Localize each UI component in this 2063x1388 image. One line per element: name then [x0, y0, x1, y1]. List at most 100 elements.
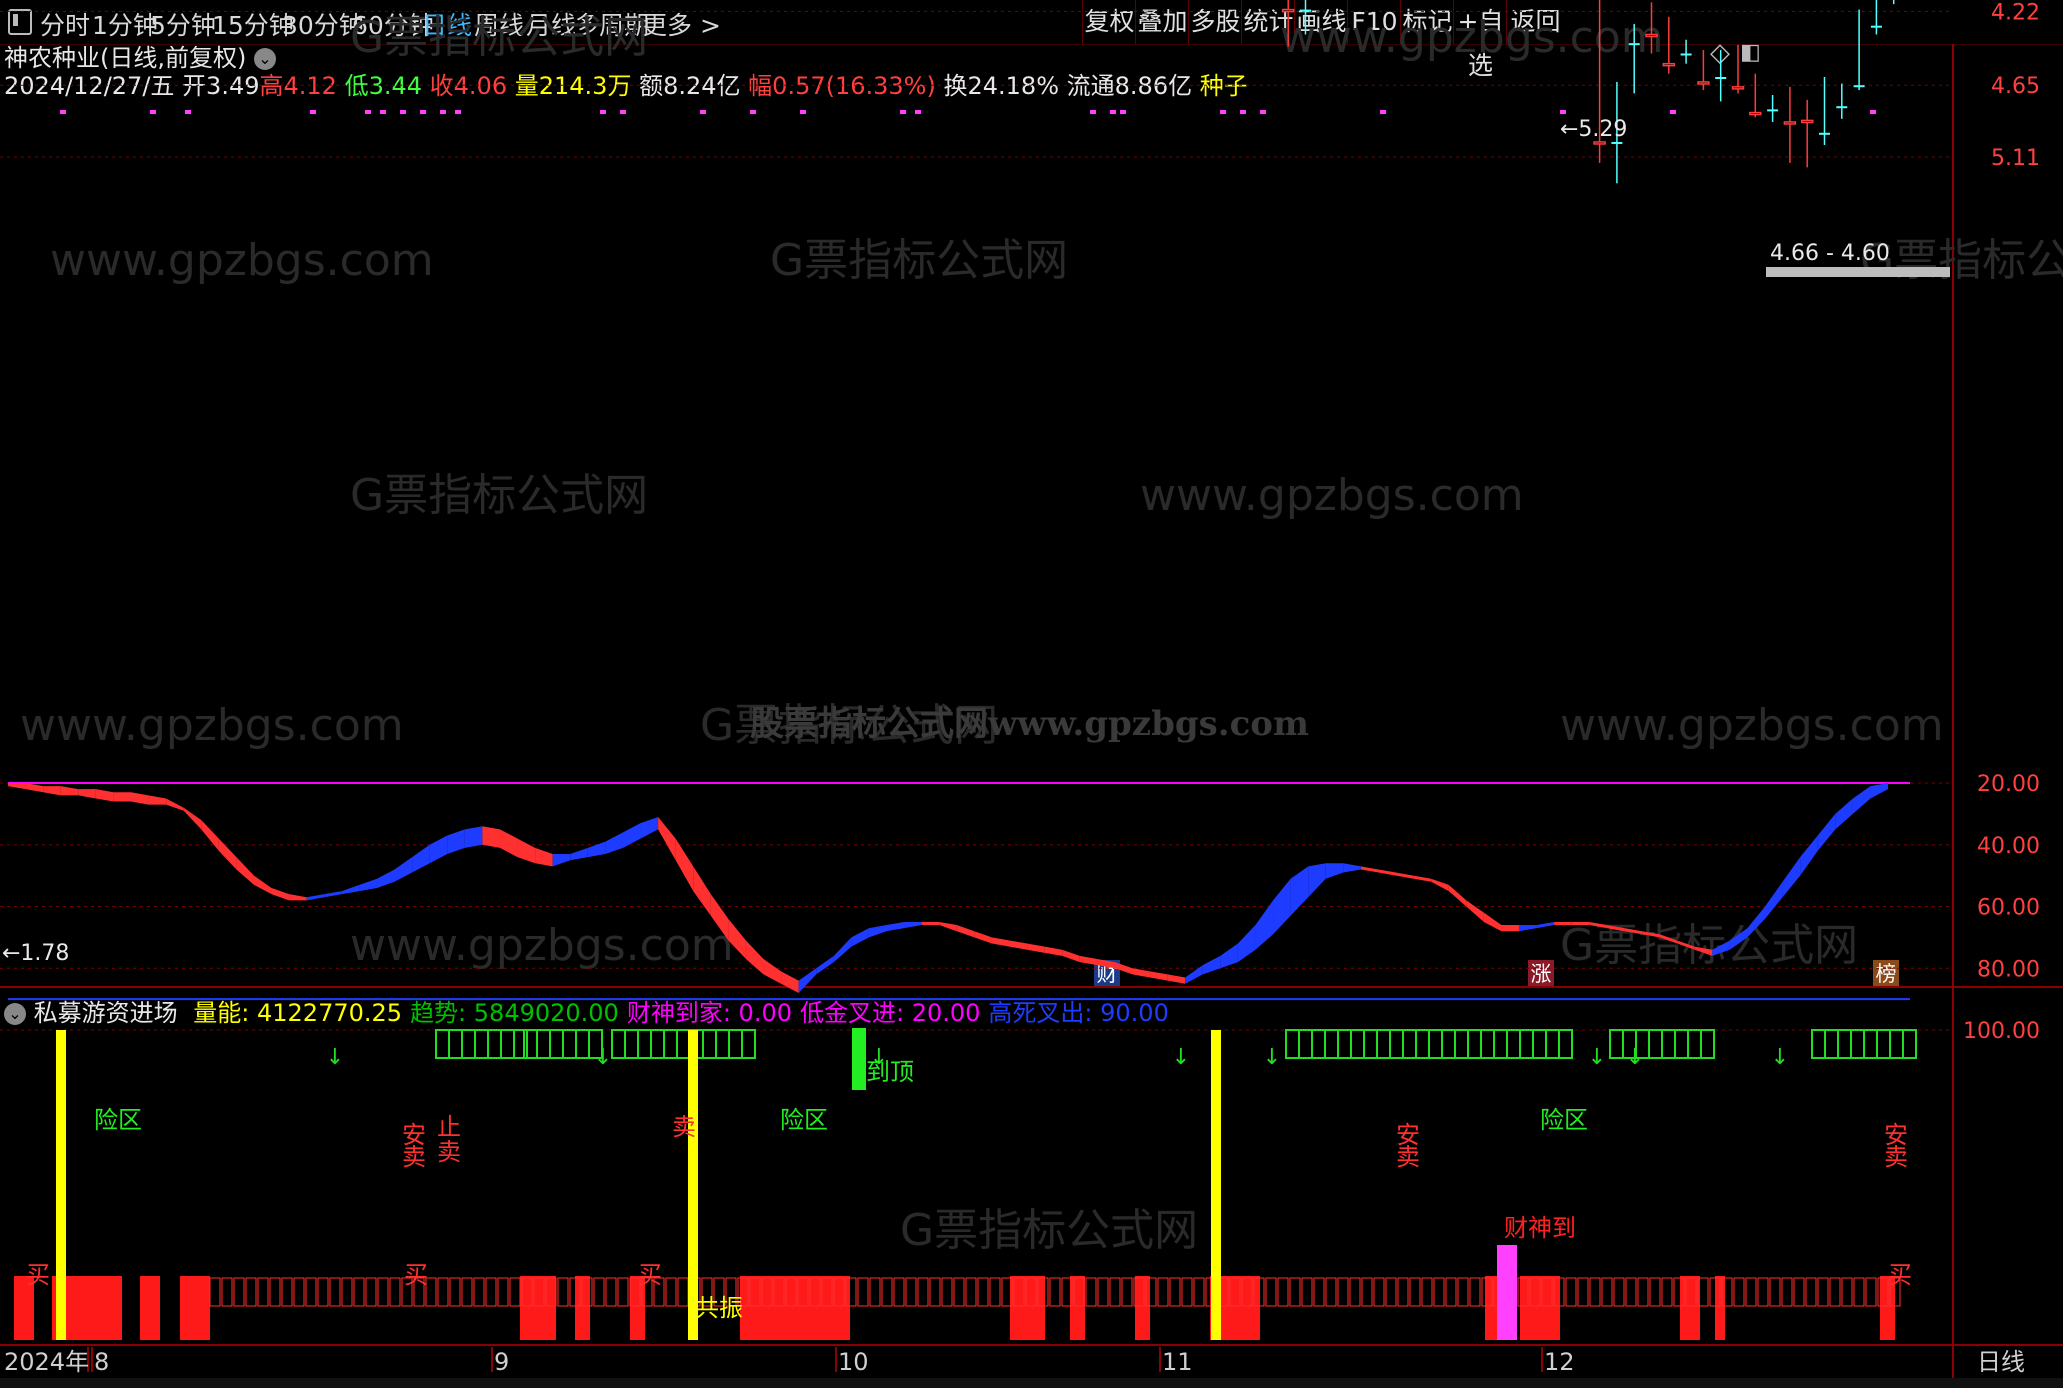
badge-text: 涨: [1531, 962, 1552, 986]
trend-step: [741, 1029, 756, 1059]
histogram-bar: [1049, 1277, 1061, 1307]
indicator-ribbon-segment: [974, 931, 992, 944]
histogram-bar: [1397, 1277, 1409, 1307]
trend-step: [1428, 1029, 1443, 1059]
indicator-ribbon-segment: [447, 829, 465, 855]
trend-step: [611, 1029, 626, 1059]
histogram-bar: [341, 1277, 353, 1307]
signal-dot: [750, 110, 756, 114]
histogram-bar: [1733, 1277, 1745, 1307]
indicator-ribbon-segment: [1079, 955, 1098, 966]
down-arrow-icon: ↓: [1588, 1045, 1606, 1070]
histogram-bar: [305, 1277, 317, 1307]
histogram-bar: [365, 1277, 377, 1307]
trend-step: [1311, 1029, 1326, 1059]
trend-step: [461, 1029, 476, 1059]
indicator-ribbon-segment: [1273, 878, 1291, 935]
histogram-bar: [1193, 1277, 1205, 1307]
watermark-text: G票指标公式网: [350, 470, 648, 521]
candle-body-down: [1680, 53, 1692, 56]
signal-dot: [420, 110, 426, 114]
indicator-ribbon-segment: [991, 937, 1010, 947]
down-arrow-icon: ↓: [326, 1045, 344, 1070]
signal-bar: [56, 1030, 66, 1340]
trend-step: [1441, 1029, 1456, 1059]
histogram-bar: [1601, 1277, 1613, 1307]
candle-body-up: [1281, 8, 1295, 13]
indicator-ribbon-segment: [148, 795, 167, 805]
signal-dot: [1110, 110, 1116, 114]
indicator-ribbon-segment: [113, 792, 131, 802]
histogram-bar: [1793, 1277, 1805, 1307]
indicator-ribbon-segment: [675, 838, 694, 892]
indicator-ribbon-segment: [271, 887, 290, 901]
trend-step: [1902, 1029, 1917, 1059]
signal-dot: [600, 110, 606, 114]
candle-body-up: [1662, 62, 1676, 67]
trend-step: [1863, 1029, 1878, 1059]
histogram-bar: [605, 1277, 617, 1307]
histogram-bar: [617, 1277, 629, 1307]
indicator-tick-label: 80.00: [1977, 957, 2040, 982]
trend-step: [1506, 1029, 1521, 1059]
signal-dot: [380, 110, 386, 114]
indicator-ribbon-segment: [1800, 835, 1818, 876]
indicator-field-2: 财神到家: 0.00: [626, 999, 792, 1027]
indicator-ribbon-segment: [886, 921, 905, 932]
indicator-ribbon-segment: [1167, 974, 1186, 984]
histogram-bar: [881, 1277, 893, 1307]
histogram-bar: [353, 1277, 365, 1307]
signal-dot: [60, 110, 66, 114]
watermark-text: www.gpzbgs.com: [1560, 700, 1944, 751]
histogram-bar: [1289, 1277, 1301, 1307]
indicator-ribbon-segment: [1817, 813, 1836, 851]
histogram-bar: [485, 1277, 497, 1307]
signal-dot: [1380, 110, 1386, 114]
trend-step: [1350, 1029, 1365, 1059]
indicator-ribbon-segment: [693, 866, 711, 916]
signal-dot: [900, 110, 906, 114]
indicator-tick-label: 40.00: [1977, 834, 2040, 859]
trend-step: [1285, 1029, 1300, 1059]
candle-body-down: [1870, 25, 1882, 28]
indicator-ribbon-segment: [43, 786, 61, 796]
indicator-ribbon-segment: [25, 783, 44, 793]
time-label: 9: [494, 1348, 509, 1376]
indicator-name[interactable]: 私募游资进场: [34, 999, 178, 1027]
candle-body-down: [1819, 132, 1830, 135]
indicator-ribbon-segment: [324, 891, 342, 898]
candle-body-up: [1645, 33, 1658, 38]
indicator-ribbon-segment: [1571, 921, 1590, 926]
indicator-ribbon-segment: [1185, 965, 1203, 984]
indicator-field-0: 量能: 4122770.25: [193, 999, 403, 1027]
histogram-bar: [1337, 1277, 1349, 1307]
histogram-bar: [1373, 1277, 1385, 1307]
trend-step: [1415, 1029, 1430, 1059]
sell-label: 卖: [672, 1113, 696, 1141]
histogram-bar: [209, 1277, 221, 1307]
indicator-ribbon-segment: [1360, 866, 1379, 873]
trend-step: [1837, 1029, 1852, 1059]
trend-step: [1876, 1029, 1891, 1059]
indicator-tick-label: 60.00: [1977, 896, 2040, 921]
indicator-ribbon-segment: [1044, 946, 1063, 956]
histogram-bar: [329, 1277, 341, 1307]
chevron-down-icon[interactable]: ⌄: [4, 1003, 26, 1025]
indicator-ribbon-segment: [1852, 786, 1871, 814]
indicator-ribbon-segment: [956, 925, 975, 938]
histogram-bar: [473, 1277, 485, 1307]
candle-body-down: [1767, 109, 1779, 112]
indicator-field-3: 低金叉进: 20.00: [800, 999, 981, 1027]
time-label: 2024年: [4, 1348, 89, 1376]
candle-body-up: [1800, 119, 1814, 124]
indicator-ribbon-segment: [1027, 943, 1045, 953]
indicator-ribbon-segment: [1009, 940, 1028, 950]
histogram-bar: [929, 1277, 941, 1307]
histogram-bar: [905, 1277, 917, 1307]
indicator-ribbon-segment: [939, 921, 957, 932]
indicator-ribbon-segment: [904, 921, 922, 929]
indicator-ribbon-segment: [412, 844, 430, 873]
signal-dot: [455, 110, 461, 114]
indicator-ribbon-segment: [640, 816, 659, 839]
resonance-label: 共振: [695, 1294, 743, 1322]
